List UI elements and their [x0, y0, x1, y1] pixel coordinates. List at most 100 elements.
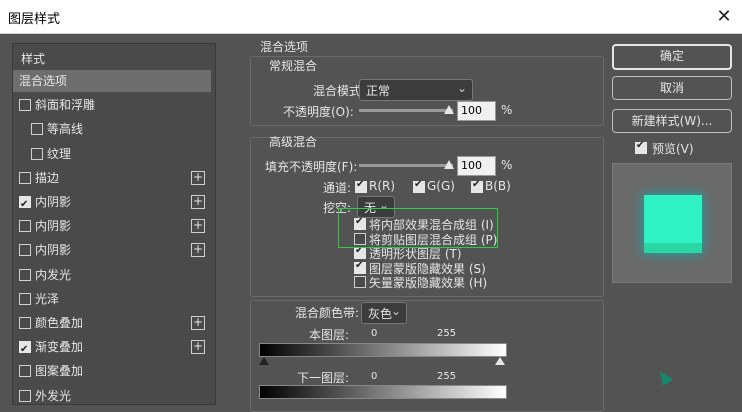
advanced-blending-title: 高级混合: [269, 135, 318, 149]
style-item[interactable]: 纹理: [13, 143, 211, 165]
general-blending-title: 常规混合: [269, 59, 318, 73]
ok-button[interactable]: 确定: [612, 44, 732, 70]
blend-mode-value: 正常: [366, 84, 391, 98]
style-item-label: 内阴影: [35, 195, 72, 209]
style-item-checkbox[interactable]: [31, 123, 43, 136]
style-item[interactable]: 内阴影 +: [13, 191, 211, 216]
style-item[interactable]: 斜面和浮雕: [13, 94, 211, 116]
add-instance-icon[interactable]: +: [191, 219, 205, 234]
this-layer-label: 本图层:: [309, 328, 350, 342]
underlying-layer-max: 255: [437, 371, 457, 382]
advanced-option-checkbox[interactable]: [354, 260, 366, 274]
styles-header[interactable]: 样式: [13, 48, 211, 70]
channel-b-checkbox[interactable]: [471, 179, 483, 193]
add-instance-icon[interactable]: +: [191, 170, 205, 185]
style-item-checkbox[interactable]: [19, 99, 31, 112]
blend-if-select[interactable]: 灰色 ⌄: [361, 302, 407, 324]
style-item-checkbox[interactable]: [19, 268, 31, 281]
style-item-label: 内发光: [35, 267, 72, 282]
style-item-label: 颜色叠加: [35, 316, 84, 330]
this-layer-min: 0: [371, 328, 378, 339]
cursor-icon: [655, 367, 673, 387]
style-item-checkbox[interactable]: [31, 147, 43, 160]
style-item-label: 内阴影: [35, 219, 72, 234]
style-item[interactable]: 内阴影 +: [13, 215, 211, 237]
preview-thumbnail: [612, 163, 732, 283]
preview-label: 预览(V): [652, 142, 694, 156]
add-instance-icon[interactable]: +: [191, 243, 205, 258]
channel-g-checkbox[interactable]: [413, 179, 425, 193]
opacity-label: 不透明度(O):: [283, 105, 354, 119]
fill-opacity-slider-knob[interactable]: [444, 160, 454, 169]
opacity-input[interactable]: 100: [457, 101, 496, 121]
style-item-checkbox[interactable]: [19, 292, 31, 305]
advanced-option-checkbox[interactable]: [354, 245, 366, 259]
channel-r-label: R(R): [369, 179, 396, 193]
style-item-checkbox[interactable]: [19, 220, 31, 233]
preview-checkbox[interactable]: [635, 140, 647, 154]
this-layer-gradient: [259, 343, 507, 357]
chevron-down-icon: ⌄: [390, 304, 401, 318]
style-item-label: 图案叠加: [35, 364, 84, 379]
style-item[interactable]: 内发光: [13, 264, 211, 286]
fill-opacity-percent: %: [501, 158, 513, 172]
blend-options-title: 混合选项: [260, 40, 309, 54]
blend-mode-select[interactable]: 正常 ⌄: [359, 79, 473, 101]
underlying-layer-gradient: [259, 385, 507, 399]
add-instance-icon[interactable]: +: [191, 340, 205, 355]
styles-list: 样式 混合选项斜面和浮雕等高线纹理描边 + 内阴影 + 内阴影 + 内阴影 + 内发光光泽颜色叠…: [12, 43, 216, 405]
this-layer-black-handle[interactable]: [259, 357, 269, 365]
style-item-label: 外发光: [35, 388, 72, 403]
style-item-label: 描边: [35, 170, 60, 185]
blend-if-group: 混合颜色带: 灰色 ⌄ 本图层: 0 255 下一图层: 0 255: [250, 300, 604, 412]
add-instance-icon[interactable]: +: [191, 195, 205, 209]
style-item-label: 等高线: [47, 122, 84, 137]
advanced-option-checkbox[interactable]: [354, 276, 366, 288]
close-icon[interactable]: ✕: [706, 0, 742, 33]
style-item-checkbox[interactable]: [19, 365, 31, 378]
style-item[interactable]: 外发光: [13, 385, 211, 407]
new-style-button[interactable]: 新建样式(W)...: [612, 109, 732, 133]
blend-if-value: 灰色: [368, 307, 393, 321]
opacity-slider-knob[interactable]: [444, 105, 454, 114]
style-item-label: 内阴影: [35, 243, 72, 258]
style-item[interactable]: 颜色叠加 +: [13, 312, 211, 334]
chevron-down-icon: ⌄: [456, 81, 467, 95]
underlying-layer-min: 0: [371, 371, 378, 382]
style-item[interactable]: 混合选项: [13, 70, 211, 92]
style-item[interactable]: 光泽: [13, 288, 211, 310]
style-item[interactable]: 描边 +: [13, 167, 211, 189]
opacity-slider-track[interactable]: [359, 109, 453, 112]
blend-mode-label: 混合模式:: [313, 84, 366, 98]
style-item-checkbox[interactable]: [19, 339, 31, 361]
style-item-checkbox[interactable]: [19, 194, 31, 216]
cancel-button[interactable]: 取消: [612, 76, 732, 100]
add-instance-icon[interactable]: +: [191, 316, 205, 330]
this-layer-max: 255: [437, 328, 457, 339]
style-item-checkbox[interactable]: [19, 244, 31, 257]
fill-opacity-input[interactable]: 100: [457, 156, 496, 176]
style-item-checkbox[interactable]: [19, 171, 31, 184]
fill-opacity-slider-track[interactable]: [359, 164, 453, 167]
style-item[interactable]: 等高线: [13, 118, 211, 140]
style-item[interactable]: 渐变叠加 +: [13, 336, 211, 361]
channel-b-label: B(B): [485, 179, 511, 193]
fill-opacity-label: 填充不透明度(F):: [265, 160, 358, 174]
style-item-label: 纹理: [47, 146, 72, 161]
preview-glow: [644, 243, 702, 253]
style-item-label: 光泽: [35, 291, 60, 306]
style-item-label: 混合选项: [19, 74, 68, 88]
underlying-layer-label: 下一图层:: [297, 371, 350, 385]
general-blending-group: 常规混合 混合模式: 正常 ⌄ 不透明度(O): 100 %: [250, 56, 604, 126]
this-layer-white-handle[interactable]: [495, 357, 505, 365]
channels-label: 通道:: [323, 181, 352, 195]
style-item-checkbox[interactable]: [19, 317, 31, 329]
style-item[interactable]: 图案叠加: [13, 360, 211, 382]
window-titlebar: 图层样式 ✕: [0, 0, 742, 34]
channel-r-checkbox[interactable]: [355, 179, 367, 193]
style-item-label: 渐变叠加: [35, 340, 84, 355]
channel-g-label: G(G): [427, 179, 455, 193]
style-item[interactable]: 内阴影 +: [13, 239, 211, 261]
blend-if-label: 混合颜色带:: [295, 306, 360, 320]
highlight-frame: [338, 208, 498, 248]
